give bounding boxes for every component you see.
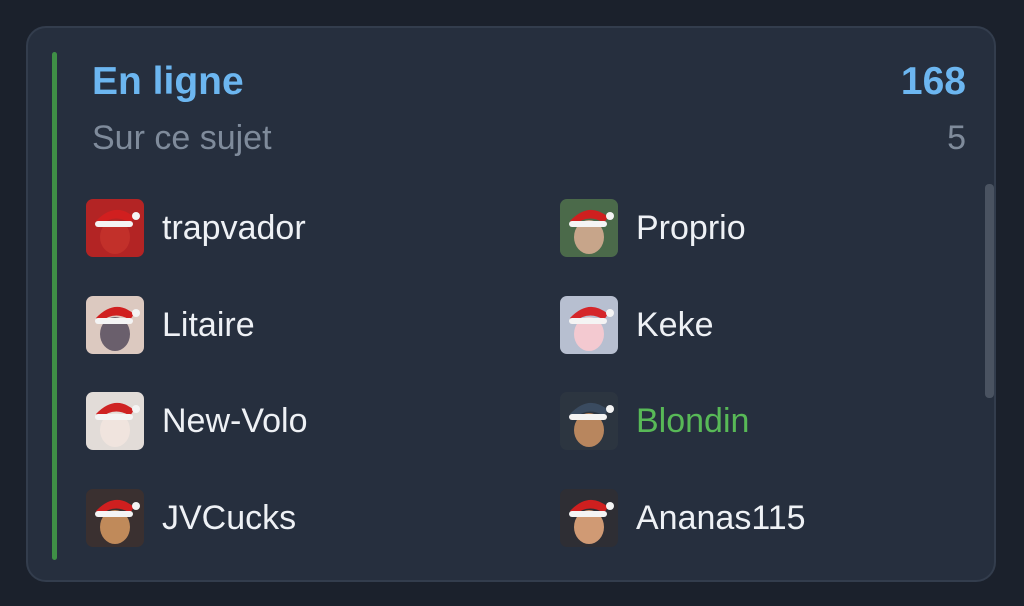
- avatar[interactable]: [86, 489, 144, 547]
- accent-bar: [52, 52, 57, 560]
- username[interactable]: Keke: [636, 303, 714, 347]
- avatar[interactable]: [560, 392, 618, 450]
- avatar[interactable]: [560, 489, 618, 547]
- user-list-item[interactable]: Ananas115: [560, 488, 806, 548]
- panel-subtitle: Sur ce sujet: [92, 119, 272, 157]
- user-list-item[interactable]: Proprio: [560, 198, 746, 258]
- user-list-item[interactable]: Litaire: [86, 295, 255, 355]
- username[interactable]: trapvador: [162, 206, 306, 250]
- avatar[interactable]: [560, 199, 618, 257]
- user-list-item[interactable]: trapvador: [86, 198, 306, 258]
- scrollbar-thumb[interactable]: [985, 184, 994, 398]
- avatar[interactable]: [86, 199, 144, 257]
- username[interactable]: Litaire: [162, 303, 255, 347]
- username[interactable]: New-Volo: [162, 399, 308, 443]
- user-list: trapvador Proprio Litaire Keke New-Volo Blond…: [86, 198, 966, 568]
- online-count: 168: [900, 60, 966, 103]
- username[interactable]: JVCucks: [162, 496, 296, 540]
- topic-count: 5: [947, 119, 966, 157]
- avatar[interactable]: [560, 296, 618, 354]
- username[interactable]: Proprio: [636, 206, 746, 250]
- panel-header: En ligne 168: [92, 54, 966, 110]
- online-users-panel: En ligne 168 Sur ce sujet 5 trapvador Pro…: [26, 26, 996, 582]
- user-list-item[interactable]: JVCucks: [86, 488, 296, 548]
- username[interactable]: Blondin: [636, 399, 749, 443]
- avatar[interactable]: [86, 296, 144, 354]
- avatar[interactable]: [86, 392, 144, 450]
- user-list-item[interactable]: Keke: [560, 295, 714, 355]
- panel-title: En ligne: [92, 60, 244, 103]
- user-list-item[interactable]: New-Volo: [86, 391, 308, 451]
- panel-subheader: Sur ce sujet 5: [92, 116, 966, 160]
- user-list-item[interactable]: Blondin: [560, 391, 749, 451]
- username[interactable]: Ananas115: [636, 496, 806, 540]
